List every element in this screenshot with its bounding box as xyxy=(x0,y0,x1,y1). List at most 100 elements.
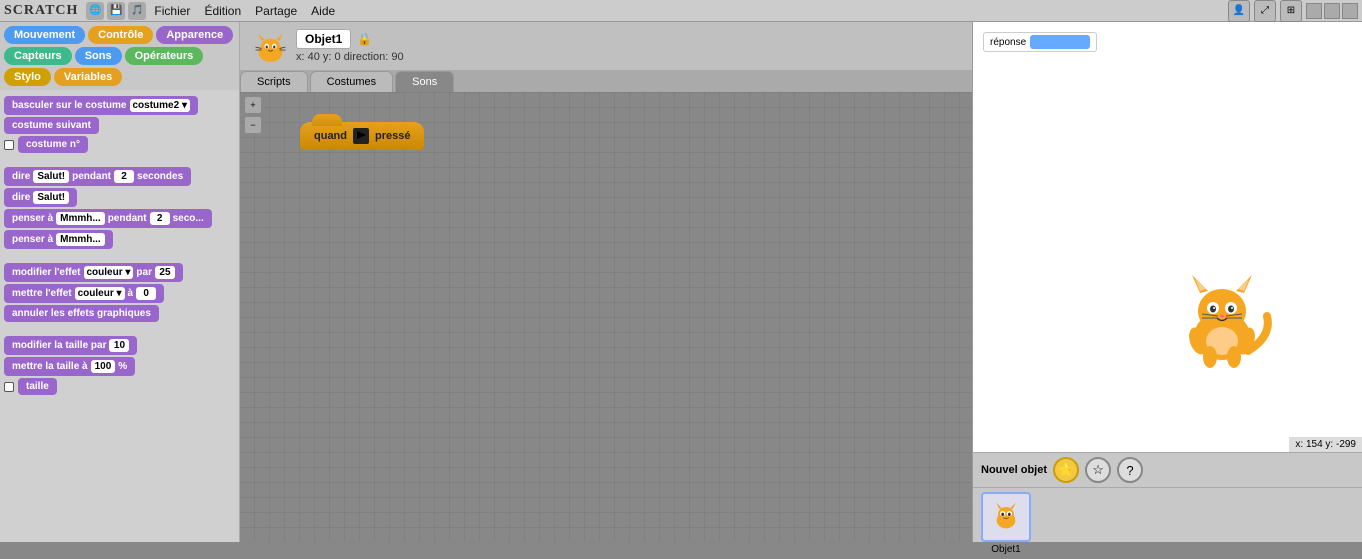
block-row: mettre la taille à 100 % xyxy=(4,357,235,376)
block-dire[interactable]: dire Salut! xyxy=(4,188,77,207)
coords-bar: x: 154 y: -299 xyxy=(1289,437,1362,452)
camera-new-btn[interactable]: ? xyxy=(1117,457,1143,483)
script-area: Objet1 🔒 x: 40 y: 0 direction: 90 Script… xyxy=(240,22,972,542)
block-label: secondes xyxy=(137,171,183,182)
block-label: dire xyxy=(12,192,30,203)
effet-val2[interactable]: 0 xyxy=(136,287,156,300)
block-penser-pendant[interactable]: penser à Mmmh... pendant 2 seco... xyxy=(4,209,212,228)
taille-val1[interactable]: 10 xyxy=(109,339,129,352)
block-row: penser à Mmmh... pendant 2 seco... xyxy=(4,209,235,228)
penser-input1[interactable]: Mmmh... xyxy=(56,212,105,225)
block-taille[interactable]: taille xyxy=(18,378,57,395)
block-costume-num[interactable]: costume n° xyxy=(18,136,88,153)
tab-costumes[interactable]: Costumes xyxy=(310,71,394,92)
block-mettre-taille[interactable]: mettre la taille à 100 % xyxy=(4,357,135,376)
win-max[interactable] xyxy=(1324,3,1340,19)
tab-stylo[interactable]: Stylo xyxy=(4,68,51,86)
response-label: réponse xyxy=(990,37,1026,48)
block-row: penser à Mmmh... xyxy=(4,230,235,249)
dire-input1[interactable]: Salut! xyxy=(33,170,69,183)
win-min[interactable] xyxy=(1306,3,1322,19)
scroll-up[interactable]: + xyxy=(244,96,262,114)
user-icon[interactable]: 👤 xyxy=(1228,0,1250,22)
object-name-box[interactable]: Objet1 xyxy=(296,29,351,49)
pressed-label: pressé xyxy=(375,130,410,142)
checkbox-costume[interactable] xyxy=(4,140,14,150)
block-modifier-taille[interactable]: modifier la taille par 10 xyxy=(4,336,137,355)
cat-stage xyxy=(1162,261,1282,392)
block-row: costume n° xyxy=(4,136,235,153)
dire-input2[interactable]: 2 xyxy=(114,170,134,183)
block-mettre-effet[interactable]: mettre l'effet couleur ▾ à 0 xyxy=(4,284,164,303)
tab-scripts[interactable]: Scripts xyxy=(240,71,308,92)
menu-partage[interactable]: Partage xyxy=(255,4,297,18)
object-coords: x: 40 y: 0 direction: 90 xyxy=(296,51,404,63)
block-annuler-effets[interactable]: annuler les effets graphiques xyxy=(4,305,159,322)
globe-icon[interactable]: 🌐 xyxy=(86,2,104,20)
flag-icon xyxy=(353,128,369,144)
zoom-icon[interactable]: ⤢ xyxy=(1254,0,1276,22)
save-icon[interactable]: 💾 xyxy=(107,2,125,20)
block-basculer[interactable]: basculer sur le costume costume2 ▾ xyxy=(4,96,198,115)
effet-dropdown1[interactable]: couleur ▾ xyxy=(84,266,134,279)
menu-aide[interactable]: Aide xyxy=(311,4,335,18)
tab-controle[interactable]: Contrôle xyxy=(88,26,153,44)
tab-sons-script[interactable]: Sons xyxy=(395,71,454,92)
main-layout: Mouvement Contrôle Apparence Capteurs So… xyxy=(0,22,1362,542)
tab-capteurs[interactable]: Capteurs xyxy=(4,47,72,65)
tab-apparence[interactable]: Apparence xyxy=(156,26,233,44)
block-penser[interactable]: penser à Mmmh... xyxy=(4,230,113,249)
block-label: annuler les effets graphiques xyxy=(12,308,151,319)
paint-new-btn[interactable]: ⭐ xyxy=(1053,457,1079,483)
scroll-controls: + − xyxy=(244,96,262,134)
upload-new-btn[interactable]: ☆ xyxy=(1085,457,1111,483)
tab-mouvement[interactable]: Mouvement xyxy=(4,26,85,44)
scroll-down[interactable]: − xyxy=(244,116,262,134)
checkbox-taille[interactable] xyxy=(4,382,14,392)
tab-variables[interactable]: Variables xyxy=(54,68,122,86)
taille-val2[interactable]: 100 xyxy=(91,360,116,373)
block-label: penser à xyxy=(12,213,53,224)
hat-block-when-flag[interactable]: quand pressé xyxy=(300,122,424,150)
sprites-area: Objet1 xyxy=(973,488,1362,559)
response-bar: réponse xyxy=(983,32,1097,52)
tab-operateurs[interactable]: Opérateurs xyxy=(125,47,204,65)
win-close[interactable] xyxy=(1342,3,1358,19)
penser2-input[interactable]: Mmmh... xyxy=(56,233,105,246)
sprite-item-objet1[interactable]: Objet1 xyxy=(981,492,1031,555)
block-label: % xyxy=(118,361,127,372)
costume-dropdown[interactable]: costume2 ▾ xyxy=(130,99,190,112)
tab-sons[interactable]: Sons xyxy=(75,47,122,65)
topbar-right: 👤 ⤢ ⊞ xyxy=(1228,0,1358,22)
block-modifier-effet[interactable]: modifier l'effet couleur ▾ par 25 xyxy=(4,263,183,282)
when-label: quand xyxy=(314,130,347,142)
stage-area: réponse xyxy=(973,22,1362,452)
bottom-toolbar: Nouvel objet ⭐ ☆ ? xyxy=(973,453,1362,488)
menu-fichier[interactable]: Fichier xyxy=(154,4,190,18)
block-dire-pendant[interactable]: dire Salut! pendant 2 secondes xyxy=(4,167,191,186)
response-input[interactable] xyxy=(1030,35,1090,49)
effet-val1[interactable]: 25 xyxy=(155,266,175,279)
block-label: mettre l'effet xyxy=(12,288,72,299)
block-label: par xyxy=(136,267,152,278)
fullscreen-icon[interactable]: ⊞ xyxy=(1280,0,1302,22)
menu-edition[interactable]: Édition xyxy=(204,4,241,18)
block-row: taille xyxy=(4,378,235,395)
penser-input2[interactable]: 2 xyxy=(150,212,170,225)
dire2-input[interactable]: Salut! xyxy=(33,191,69,204)
block-label: costume n° xyxy=(26,139,80,150)
sprite-label: Objet1 xyxy=(991,544,1020,555)
block-label: à xyxy=(128,288,134,299)
block-row: modifier l'effet couleur ▾ par 25 xyxy=(4,263,235,282)
sprite-thumbnail xyxy=(981,492,1031,542)
audio-icon[interactable]: 🎵 xyxy=(128,2,146,20)
object-icon xyxy=(248,26,288,66)
block-row: costume suivant xyxy=(4,117,235,134)
block-costume-suivant[interactable]: costume suivant xyxy=(4,117,99,134)
effet-dropdown2[interactable]: couleur ▾ xyxy=(75,287,125,300)
block-row: annuler les effets graphiques xyxy=(4,305,235,322)
block-label: modifier l'effet xyxy=(12,267,81,278)
script-header: Objet1 🔒 x: 40 y: 0 direction: 90 xyxy=(240,22,972,71)
script-canvas[interactable]: + − quand pressé xyxy=(240,92,972,542)
block-label: modifier la taille par xyxy=(12,340,106,351)
